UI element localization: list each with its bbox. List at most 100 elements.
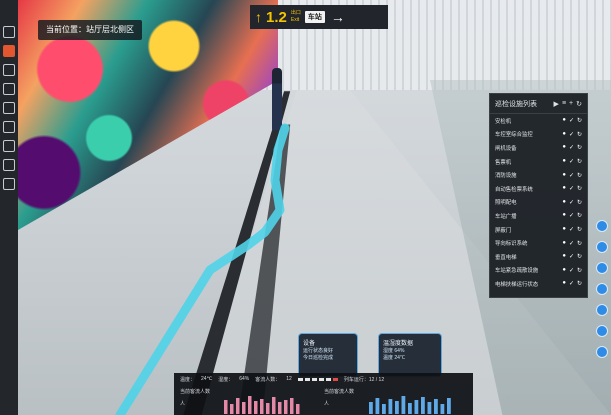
eye-icon[interactable]: ● — [562, 240, 566, 247]
check-icon[interactable]: ✓ — [569, 226, 574, 233]
row-actions: ● ✓ ↻ — [562, 131, 582, 138]
add-icon[interactable]: + — [569, 100, 573, 108]
locate-button[interactable] — [596, 220, 608, 232]
eye-icon[interactable]: ● — [562, 199, 566, 206]
check-icon[interactable]: ✓ — [569, 280, 574, 287]
check-icon[interactable]: ✓ — [569, 172, 574, 179]
environment-card[interactable]: 温湿度数据 湿度 64% 温度 24℃ — [378, 333, 442, 377]
indicator-dot — [311, 377, 317, 381]
check-icon[interactable]: ✓ — [569, 185, 574, 192]
eye-icon[interactable]: ● — [562, 117, 566, 124]
panel-row[interactable]: 闸机设备 ● ✓ ↻ — [490, 141, 587, 155]
flow-bars: 当前客流人数 人 当前客流人数 人 — [174, 386, 473, 415]
eye-icon[interactable]: ● — [562, 253, 566, 260]
refresh-icon[interactable]: ↻ — [577, 267, 582, 274]
exit-label-group: 出口 Exit — [291, 10, 301, 24]
panel-row[interactable]: 安检机 ● ✓ ↻ — [490, 114, 587, 128]
panel-row[interactable]: 屏蔽门 ● ✓ ↻ — [490, 223, 587, 237]
clipboard-icon[interactable] — [3, 45, 15, 57]
right-action-buttons — [596, 220, 608, 358]
panel-row[interactable]: 垂直电梯 ● ✓ ↻ — [490, 250, 587, 264]
refresh-icon[interactable]: ↻ — [577, 199, 582, 206]
refresh-icon[interactable]: ↻ — [577, 144, 582, 151]
measure-button[interactable] — [596, 304, 608, 316]
home-icon[interactable] — [3, 26, 15, 38]
inspection-panel: 巡检设施列表 ▶ ≡ + ↻ 安检机 ● ✓ ↻ 车控室综合监控 ● ✓ ↻ 闸机设备 ● ✓ ↻ 售票… — [489, 93, 588, 298]
panel-row[interactable]: 车控室综合监控 ● ✓ ↻ — [490, 128, 587, 142]
check-icon[interactable]: ✓ — [569, 199, 574, 206]
panel-row-label: 车控室综合监控 — [495, 132, 533, 139]
info-button[interactable] — [596, 325, 608, 337]
check-icon[interactable]: ✓ — [569, 144, 574, 151]
panel-row[interactable]: 售票机 ● ✓ ↻ — [490, 155, 587, 169]
exit-number: 1.2 — [266, 8, 287, 26]
stats-summary: 温度： 24℃ 湿度： 64% 客流人数： 12 列车运行：12 / 12 — [174, 373, 473, 385]
flow-bar-left — [242, 402, 246, 414]
play-icon[interactable]: ▶ — [554, 100, 559, 108]
refresh-icon[interactable]: ↻ — [577, 240, 582, 247]
refresh-icon[interactable]: ↻ — [577, 185, 582, 192]
panel-row[interactable]: 车站紧急疏散设施 ● ✓ ↻ — [490, 264, 587, 278]
flow-bar-right — [369, 402, 373, 414]
refresh-icon[interactable]: ↻ — [577, 212, 582, 219]
eye-icon[interactable]: ● — [562, 267, 566, 274]
camera-button[interactable] — [596, 283, 608, 295]
bottom-stats-bar: 温度： 24℃ 湿度： 64% 客流人数： 12 列车运行：12 / 12 当前… — [174, 373, 473, 415]
humidity-label: 湿度： — [218, 376, 234, 383]
check-icon[interactable]: ✓ — [569, 158, 574, 165]
check-icon[interactable]: ✓ — [569, 267, 574, 274]
row-actions: ● ✓ ↻ — [562, 199, 582, 206]
panel-title: 巡检设施列表 — [495, 100, 537, 108]
check-icon[interactable]: ✓ — [569, 117, 574, 124]
check-icon[interactable]: ✓ — [569, 253, 574, 260]
indicator-dot — [318, 377, 324, 381]
camera-icon[interactable] — [3, 83, 15, 95]
flow-bar-left — [290, 398, 294, 414]
refresh-icon[interactable]: ↻ — [577, 131, 582, 138]
flow-bar-left — [278, 402, 282, 414]
device-status-card[interactable]: 设备 运行状态良好 今日巡检完成 — [298, 333, 358, 377]
row-actions: ● ✓ ↻ — [562, 253, 582, 260]
eye-icon[interactable]: ● — [562, 144, 566, 151]
refresh-icon[interactable]: ↻ — [577, 117, 582, 124]
eye-icon[interactable]: ● — [562, 226, 566, 233]
flow-bar-right — [401, 396, 406, 414]
refresh-icon[interactable]: ↻ — [577, 172, 582, 179]
layers-button[interactable] — [596, 241, 608, 253]
eye-icon[interactable]: ● — [562, 131, 566, 138]
eye-icon[interactable]: ● — [562, 212, 566, 219]
check-icon[interactable]: ✓ — [569, 240, 574, 247]
panel-row[interactable]: 消防设施 ● ✓ ↻ — [490, 168, 587, 182]
list-icon[interactable]: ≡ — [562, 100, 566, 108]
refresh-icon[interactable]: ↻ — [576, 100, 582, 108]
eye-icon[interactable]: ● — [562, 185, 566, 192]
eye-icon[interactable]: ● — [562, 280, 566, 287]
panel-row[interactable]: 照明配电 ● ✓ ↻ — [490, 196, 587, 210]
flow-value: 12 — [286, 376, 292, 382]
temp-label: 温度： — [180, 376, 196, 383]
inspector-avatar[interactable] — [272, 68, 282, 130]
refresh-icon[interactable]: ↻ — [577, 226, 582, 233]
panel-row[interactable]: 电梯扶梯运行状态 ● ✓ ↻ — [490, 277, 587, 291]
station-box-label: 车站 — [304, 11, 325, 23]
eye-icon[interactable]: ● — [562, 172, 566, 179]
check-icon[interactable]: ✓ — [569, 131, 574, 138]
panel-row[interactable]: 自动售检票系统 ● ✓ ↻ — [490, 182, 587, 196]
refresh-icon[interactable]: ↻ — [577, 253, 582, 260]
check-icon[interactable]: ✓ — [569, 212, 574, 219]
zoom-button[interactable] — [596, 262, 608, 274]
menu-icon[interactable] — [3, 140, 15, 152]
layers-icon[interactable] — [3, 64, 15, 76]
eye-icon[interactable]: ● — [562, 158, 566, 165]
settings-icon[interactable] — [3, 178, 15, 190]
refresh-icon[interactable]: ↻ — [577, 158, 582, 165]
flow-bar-right — [434, 399, 438, 414]
video-icon[interactable] — [3, 159, 15, 171]
panel-row[interactable]: 导向标识系统 ● ✓ ↻ — [490, 236, 587, 250]
pin-icon[interactable] — [3, 102, 15, 114]
settings-button[interactable] — [596, 346, 608, 358]
refresh-icon[interactable]: ↻ — [577, 280, 582, 287]
panel-row[interactable]: 车站广播 ● ✓ ↻ — [490, 209, 587, 223]
flow-bar-right — [375, 398, 380, 414]
list-icon[interactable] — [3, 121, 15, 133]
